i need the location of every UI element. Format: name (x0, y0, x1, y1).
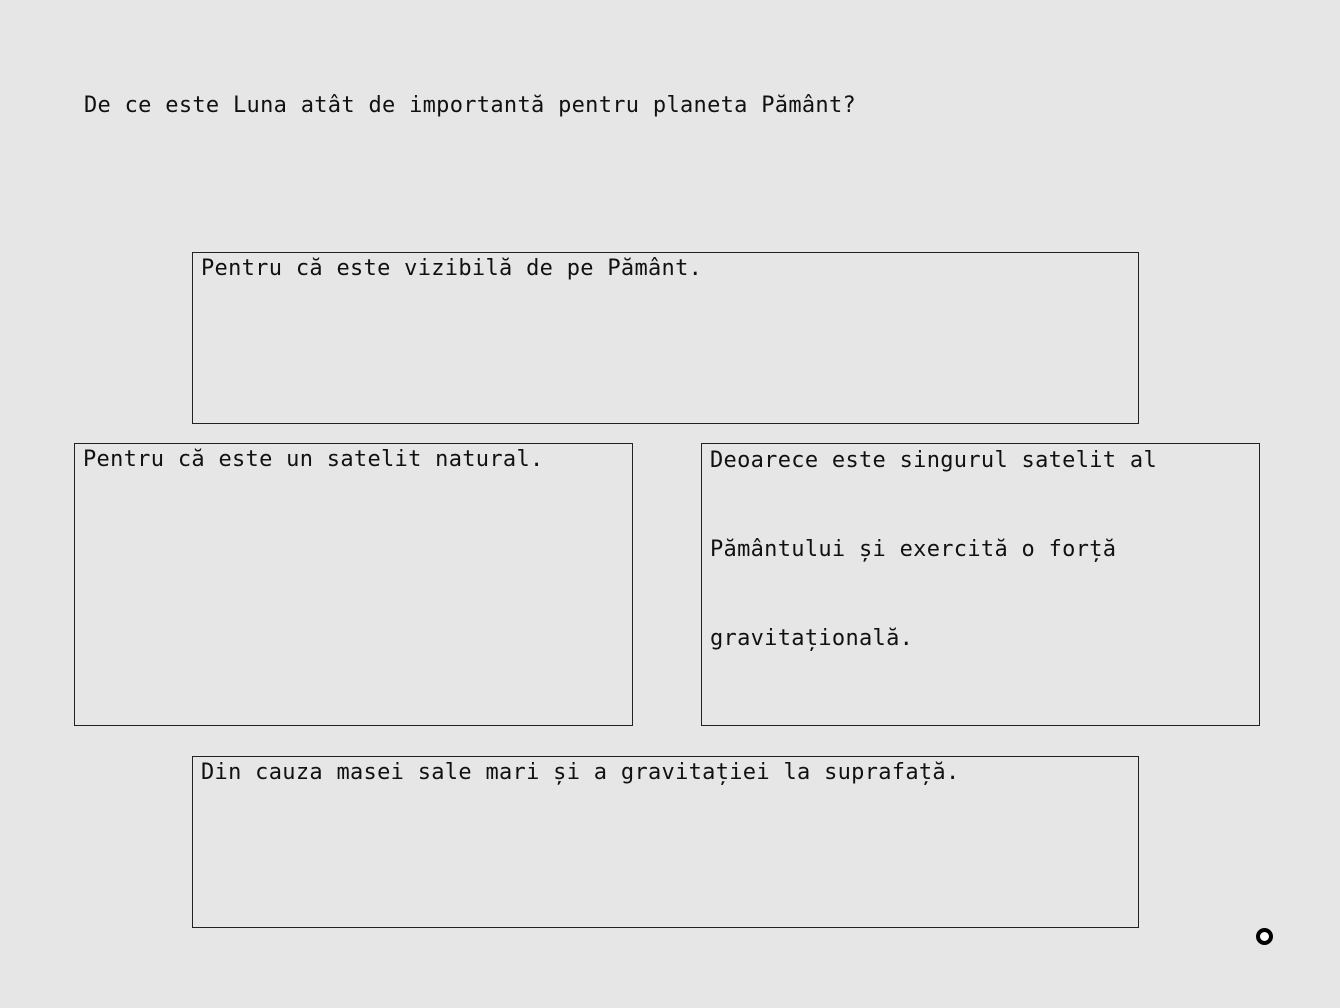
answer-option-d[interactable]: Din cauza masei sale mari și a gravitați… (192, 756, 1139, 928)
answer-option-b[interactable]: Pentru că este un satelit natural. (74, 443, 633, 726)
answer-option-b-label: Pentru că este un satelit natural. (83, 447, 544, 472)
question-text: De ce este Luna atât de importantă pentr… (84, 93, 857, 118)
answer-option-c-label: Deoarece este singurul satelit al Pământ… (710, 448, 1157, 651)
answer-option-d-label: Din cauza masei sale mari și a gravitați… (201, 760, 960, 785)
answer-option-c[interactable]: Deoarece este singurul satelit al Pământ… (701, 443, 1260, 726)
answer-option-a-label: Pentru că este vizibilă de pe Pământ. (201, 256, 703, 281)
answer-option-a[interactable]: Pentru că este vizibilă de pe Pământ. (192, 252, 1139, 424)
circle-cursor-icon (1256, 928, 1273, 945)
